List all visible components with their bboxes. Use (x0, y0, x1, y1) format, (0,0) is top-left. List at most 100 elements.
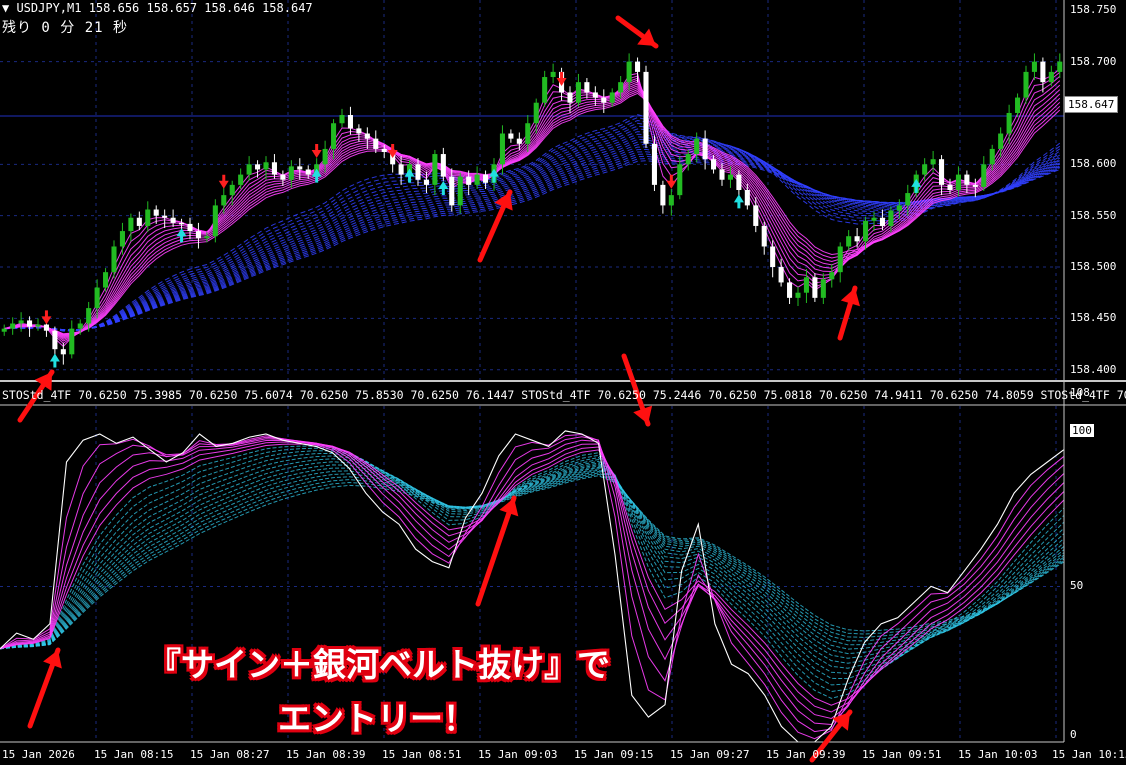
time-axis-label: 15 Jan 09:39 (766, 748, 846, 761)
candle-body (668, 195, 674, 206)
candle-body (643, 71, 649, 144)
candle-body (1015, 97, 1021, 113)
candle-body (457, 176, 463, 206)
indicator-axis-label: 108 (1070, 386, 1090, 399)
candle-body (711, 159, 717, 170)
stoch-slow-line (0, 469, 1065, 650)
candle-body (567, 92, 573, 103)
stoch-slow-line (0, 473, 1065, 650)
candle-body (187, 223, 193, 232)
candle-body (153, 209, 159, 216)
candle-body (18, 320, 24, 324)
candle-body (288, 166, 294, 180)
candle-body (347, 115, 353, 129)
candle-body (60, 349, 66, 355)
candle-body (432, 154, 438, 185)
candle-body (575, 82, 581, 103)
candle-body (795, 292, 801, 298)
candle-body (280, 174, 286, 180)
candle-body (271, 162, 277, 175)
time-axis-label: 15 Jan 08:15 (94, 748, 174, 761)
price-axis-label: 158.400 (1070, 362, 1117, 376)
time-axis-label: 15 Jan 08:27 (190, 748, 270, 761)
candle-body (677, 164, 683, 196)
candle-body (499, 133, 505, 165)
red-arrow-icon (27, 647, 62, 729)
buy-signal-icon (438, 180, 449, 195)
annotation-line-1: 『サイン＋銀河ベルト抜け』で (148, 645, 610, 684)
sell-signal-icon (218, 174, 229, 189)
candle-body (128, 217, 134, 232)
price-axis-label: 158.550 (1070, 208, 1117, 222)
candle-body (922, 164, 928, 175)
candle-body (896, 205, 902, 211)
stoch-slow-line (0, 466, 1065, 655)
red-arrow-icon (837, 285, 860, 341)
candle-body (69, 328, 75, 355)
candle-body (27, 320, 33, 327)
candle-body (86, 308, 92, 324)
time-axis-label: 15 Jan 08:39 (286, 748, 366, 761)
time-axis-label: 15 Jan 10:03 (958, 748, 1038, 761)
sell-signal-icon (556, 72, 567, 87)
candle-body (989, 148, 995, 165)
time-axis-label: 15 Jan 09:03 (478, 748, 558, 761)
candle-body (601, 97, 607, 103)
time-axis-label: 15 Jan 10:15 (1052, 748, 1126, 761)
candle-body (483, 174, 489, 183)
candle-body (204, 236, 210, 239)
red-arrow-icon (475, 495, 519, 607)
price-axis-label: 158.500 (1070, 260, 1117, 274)
candle-body (1, 328, 7, 332)
candle-body (837, 246, 843, 273)
candle-body (229, 184, 235, 196)
candle-body (998, 133, 1004, 149)
candle-body (255, 164, 261, 170)
red-arrow-icon (615, 15, 659, 49)
red-arrow-icon (477, 189, 513, 263)
candle-body (787, 282, 793, 298)
candle-body (111, 246, 117, 273)
candle-body (592, 92, 598, 98)
candle-body (1048, 71, 1054, 83)
buy-signal-icon (49, 353, 60, 368)
stoch-slow-line (0, 475, 1065, 650)
candle-body (297, 166, 303, 170)
candle-body (863, 220, 869, 242)
candle-body (542, 77, 548, 103)
candle-body (939, 159, 945, 185)
buy-signal-icon (911, 178, 922, 193)
candle-body (626, 61, 632, 83)
candle-body (609, 92, 615, 103)
candle-body (423, 179, 429, 185)
candle-body (474, 174, 480, 185)
indicator-header: STOStd_4TF 70.6250 75.3985 70.6250 75.60… (2, 388, 1126, 402)
candle-body (331, 123, 337, 149)
candle-body (43, 324, 49, 331)
candle-body (381, 148, 387, 152)
price-axis-label: 158.700 (1070, 54, 1117, 68)
buy-signal-icon (733, 194, 744, 209)
candle-body (364, 133, 370, 139)
candle-body (322, 148, 328, 165)
candle-body (964, 174, 970, 185)
candle-body (1031, 61, 1037, 72)
candle-body (981, 164, 987, 187)
candle-body (398, 164, 404, 175)
candle-body (854, 236, 860, 242)
candle-body (136, 217, 142, 226)
candle-body (212, 205, 218, 237)
candle-body (888, 210, 894, 226)
candle-body (145, 209, 151, 226)
candle-body (846, 236, 852, 247)
candle-body (179, 222, 185, 225)
candle-body (736, 174, 742, 190)
candle-body (1057, 61, 1063, 72)
time-axis-label: 15 Jan 09:15 (574, 748, 654, 761)
candle-body (221, 195, 227, 206)
candle-body (415, 164, 421, 180)
stoch-slow-line (0, 472, 1065, 650)
candle-body (660, 184, 666, 206)
candle-body (10, 323, 16, 329)
candle-body (753, 205, 759, 226)
